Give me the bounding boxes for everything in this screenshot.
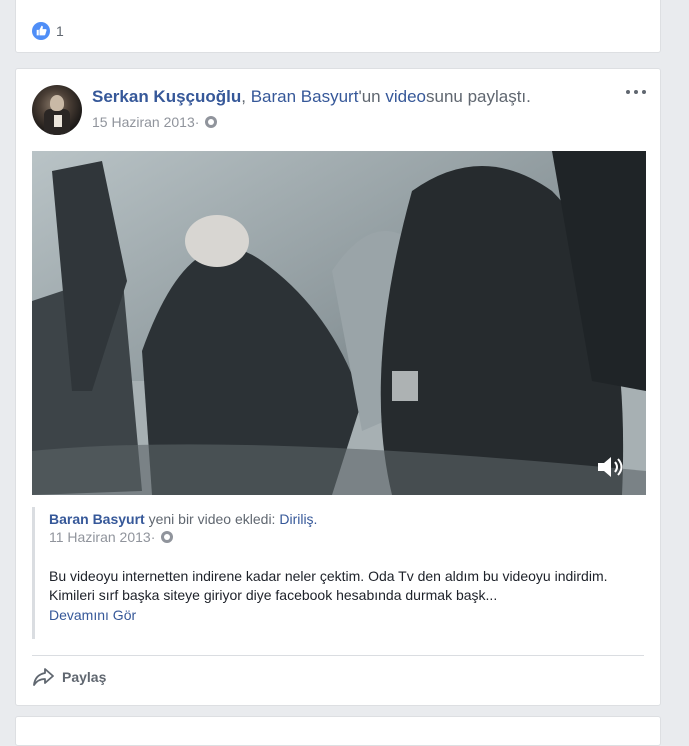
- shared-title-link[interactable]: Diriliş.: [279, 511, 317, 527]
- share-button[interactable]: Paylaş: [32, 667, 106, 687]
- shared-text: Bu videoyu internetten indirene kadar ne…: [49, 568, 608, 603]
- shared-date-separator: ·: [150, 529, 156, 545]
- dot-icon: [626, 90, 630, 94]
- post-actor-link[interactable]: Serkan Kuşçuoğlu: [92, 87, 241, 106]
- avatar[interactable]: [32, 85, 82, 135]
- dot-icon: [634, 90, 638, 94]
- shared-header: Baran Basyurt yeni bir video ekledi: Dir…: [49, 511, 317, 527]
- video-link[interactable]: video: [385, 87, 426, 106]
- volume-icon[interactable]: [596, 455, 626, 479]
- previous-post-card: 1: [15, 0, 661, 53]
- globe-icon[interactable]: [161, 531, 174, 543]
- shared-meta: 11 Haziran 2013 ·: [49, 529, 174, 545]
- post-header: Serkan Kuşçuoğlu, Baran Basyurt'un video…: [92, 87, 610, 107]
- post-meta: 15 Haziran 2013 ·: [92, 114, 218, 130]
- shared-from-link[interactable]: Baran Basyurt: [251, 87, 359, 106]
- reaction-summary[interactable]: 1: [16, 8, 660, 53]
- like-reaction-icon: [32, 21, 50, 40]
- header-separator: ,: [241, 87, 251, 106]
- action-divider: [32, 655, 644, 656]
- video-player[interactable]: [32, 151, 646, 495]
- reaction-count: 1: [56, 22, 64, 39]
- action-suffix: sunu paylaştı.: [425, 87, 531, 106]
- post-card: Serkan Kuşçuoğlu, Baran Basyurt'un video…: [15, 68, 661, 706]
- shared-post: Baran Basyurt yeni bir video ekledi: Dir…: [32, 507, 646, 639]
- post-date-link[interactable]: 15 Haziran 2013: [92, 114, 195, 130]
- more-options-button[interactable]: [626, 87, 646, 97]
- globe-icon[interactable]: [205, 116, 218, 128]
- shared-action: yeni bir video ekledi:: [144, 511, 280, 527]
- share-icon: [33, 668, 54, 686]
- see-more-link[interactable]: Devamını Gör: [49, 607, 136, 623]
- share-label: Paylaş: [62, 669, 107, 685]
- shared-actor-link[interactable]: Baran Basyurt: [49, 511, 145, 527]
- dot-icon: [642, 90, 646, 94]
- next-post-card: [15, 716, 661, 746]
- video-frame: [32, 151, 646, 495]
- shared-date-link[interactable]: 11 Haziran 2013: [49, 529, 151, 545]
- date-separator: ·: [194, 114, 200, 130]
- possessive-suffix: 'un: [358, 87, 386, 106]
